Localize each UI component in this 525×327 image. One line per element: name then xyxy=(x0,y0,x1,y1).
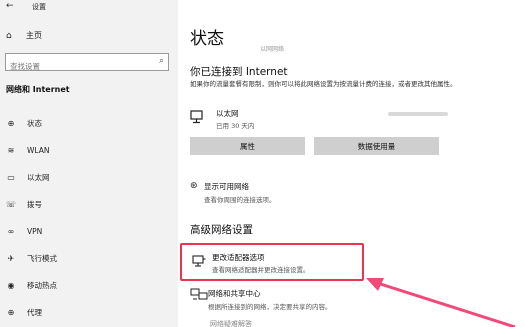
back-arrow-icon[interactable]: ← xyxy=(6,1,14,11)
sidebar-item-label: 飞行模式 xyxy=(27,254,57,263)
search-box[interactable]: ⌕ xyxy=(5,53,169,75)
advanced-title: 高级网络设置 xyxy=(190,224,253,236)
faded-text: 以网网络 xyxy=(260,46,285,53)
data-usage-button[interactable]: 数据使用量 xyxy=(314,137,439,155)
page-title: 状态 xyxy=(190,29,224,49)
sidebar-item-label: 移动热点 xyxy=(27,281,57,290)
properties-button[interactable]: 属性 xyxy=(190,137,305,155)
show-available-networks[interactable]: ⊛ 显示可用网络 查看你周围的连接选项。 xyxy=(190,181,276,204)
wifi-icon: ≋ xyxy=(7,146,15,155)
available-title: 显示可用网络 xyxy=(204,182,249,191)
sidebar-item-label: WLAN xyxy=(27,146,50,155)
sidebar-item-wlan[interactable]: ≋ WLAN xyxy=(0,137,178,164)
home-label: 主页 xyxy=(26,31,42,40)
sidebar-item-label: 以太网 xyxy=(27,173,50,182)
connected-description: 如果你的流量套餐有限制，则你可以将此网络设置为按流量计费的连接，或者更改其他属性… xyxy=(190,80,457,88)
available-desc: 查看你周围的连接选项。 xyxy=(204,196,276,204)
main-content: 状态 以网网络 你已连接到 Internet 如果你的流量套餐有限制，则你可以将… xyxy=(178,0,525,327)
section-title: 网络和 Internet xyxy=(6,85,70,94)
connected-title: 你已连接到 Internet xyxy=(190,66,288,78)
sharing-desc: 根据所连接到的网络，决定要共享的内容。 xyxy=(208,303,332,311)
sidebar-item-label: 代理 xyxy=(27,308,42,317)
sidebar: ← 设置 ⌂ 主页 ⌕ 网络和 Internet ⊕ 状态 ≋ WLAN ▭ 以… xyxy=(0,0,178,327)
sidebar-item-hotspot[interactable]: ◉ 移动热点 xyxy=(0,272,178,299)
adapter-desc: 查看网络适配器并更改连接设置。 xyxy=(212,266,310,274)
sidebar-item-airplane[interactable]: ✈ 飞行模式 xyxy=(0,245,178,272)
sidebar-item-label: 拨号 xyxy=(27,200,42,209)
adapter-icon xyxy=(192,255,206,267)
ethernet-name: 以太网 xyxy=(216,109,239,118)
sharing-center-icon xyxy=(190,288,208,300)
window-title: 设置 xyxy=(32,3,46,11)
airplane-icon: ✈ xyxy=(7,254,15,263)
sidebar-item-vpn[interactable]: ∞ VPN xyxy=(0,218,178,245)
sidebar-item-label: VPN xyxy=(27,227,43,236)
home-link[interactable]: ⌂ 主页 xyxy=(6,30,42,41)
network-sharing-center[interactable]: 网络和共享中心 根据所连接到的网络，决定要共享的内容。 xyxy=(190,288,332,311)
proxy-icon: ⊕ xyxy=(7,308,15,317)
sidebar-item-dialup[interactable]: ☏ 拨号 xyxy=(0,191,178,218)
nav-list: ⊕ 状态 ≋ WLAN ▭ 以太网 ☏ 拨号 ∞ VPN ✈ 飞行模式 ◉ 移动… xyxy=(0,110,178,326)
sharing-title: 网络和共享中心 xyxy=(208,289,261,298)
home-icon: ⌂ xyxy=(6,30,12,41)
title-bar: ← 设置 xyxy=(0,0,178,14)
sidebar-item-status[interactable]: ⊕ 状态 xyxy=(0,110,178,137)
sidebar-item-label: 状态 xyxy=(27,119,42,128)
ethernet-usage: 已用 30 天内 xyxy=(216,122,255,130)
computer-icon xyxy=(190,110,203,124)
cutoff-item[interactable]: 网络疑难解答 xyxy=(210,319,252,327)
ethernet-icon: ▭ xyxy=(7,173,15,182)
blurred-value xyxy=(388,112,448,116)
search-input[interactable] xyxy=(6,58,146,75)
network-antenna-icon: ⊛ xyxy=(190,181,198,191)
adapter-title: 更改适配器选项 xyxy=(212,253,265,262)
change-adapter-options[interactable]: 更改适配器选项 查看网络适配器并更改连接设置。 xyxy=(180,243,364,281)
vpn-icon: ∞ xyxy=(7,227,15,236)
dialup-icon: ☏ xyxy=(5,200,16,209)
hotspot-icon: ◉ xyxy=(7,281,15,290)
sidebar-item-proxy[interactable]: ⊕ 代理 xyxy=(0,299,178,326)
sidebar-item-ethernet[interactable]: ▭ 以太网 xyxy=(0,164,178,191)
search-icon[interactable]: ⌕ xyxy=(159,56,164,66)
globe-icon: ⊕ xyxy=(7,119,15,128)
